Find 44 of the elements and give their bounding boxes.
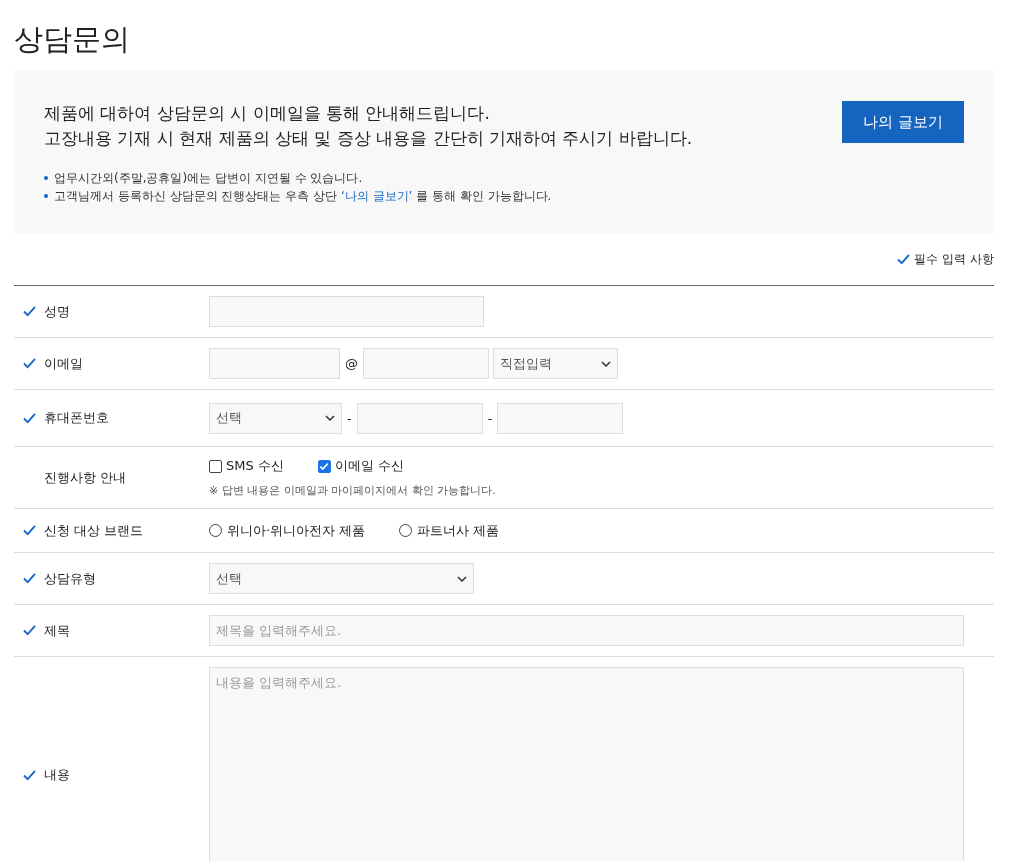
field-label: 진행사항 안내 bbox=[44, 468, 127, 487]
note-text: ※ 답변 내용은 이메일과 마이페이지에서 확인 가능합니다. bbox=[209, 483, 496, 498]
email-id-field[interactable] bbox=[209, 348, 340, 379]
type-select[interactable]: 선택 bbox=[209, 563, 474, 594]
field-label: 성명 bbox=[44, 302, 70, 321]
name-field[interactable] bbox=[209, 296, 484, 327]
my-posts-link[interactable]: ‘나의 글보기’ bbox=[340, 189, 413, 203]
radio-button[interactable] bbox=[399, 524, 413, 537]
phone-prefix-select[interactable]: 선택 bbox=[209, 402, 342, 434]
phone-middle-field[interactable] bbox=[356, 402, 483, 434]
dash: - bbox=[486, 410, 494, 426]
field-label: 제목 bbox=[44, 621, 70, 640]
radio-label: 파트너사 제품 bbox=[417, 521, 500, 540]
my-posts-button[interactable]: 나의 글보기 bbox=[842, 101, 964, 143]
field-label: 신청 대상 브랜드 bbox=[44, 521, 144, 540]
notice-text: 고장내용 기재 시 현재 제품의 상태 및 증상 내용을 간단히 기재하여 주시기 바랍니다. bbox=[44, 127, 693, 150]
at-sign: @ bbox=[344, 356, 359, 371]
required-legend: 필수 입력 사항 bbox=[914, 251, 994, 268]
content-field[interactable]: 내용을 입력해주세요. bbox=[209, 667, 964, 861]
phone-last-field[interactable] bbox=[497, 402, 624, 434]
checkbox-label: SMS 수신 bbox=[226, 457, 284, 475]
dash: - bbox=[346, 410, 353, 426]
page-title: 상담문의 bbox=[14, 21, 131, 58]
bullet-icon bbox=[44, 194, 48, 198]
checkbox[interactable] bbox=[209, 459, 222, 473]
notice-bullet-text: 고객님께서 등록하신 상담문의 진행상태는 우측 상단 ‘나의 글보기’ 를 통해 확인 가능합니다. bbox=[54, 188, 552, 205]
field-label: 내용 bbox=[44, 766, 70, 784]
field-label: 상담유형 bbox=[44, 569, 96, 588]
checkbox[interactable] bbox=[317, 459, 331, 473]
bullet-icon bbox=[44, 176, 48, 180]
radio-button[interactable] bbox=[209, 524, 222, 537]
checkmark-icon bbox=[897, 254, 911, 265]
email-domain-field[interactable] bbox=[363, 348, 489, 379]
checkbox-label: 이메일 수신 bbox=[334, 457, 404, 475]
notice-text: 제품에 대하여 상담문의 시 이메일을 통해 안내해드립니다. bbox=[44, 102, 491, 125]
notice-bullet-text: 업무시간외(주말,공휴일)에는 답변이 지연될 수 있습니다. bbox=[54, 170, 363, 187]
title-field[interactable]: 제목을 입력해주세요. bbox=[209, 615, 964, 646]
field-label: 이메일 bbox=[44, 354, 83, 373]
caret-icon bbox=[325, 415, 335, 421]
field-label: 휴대폰번호 bbox=[44, 409, 109, 427]
domain-select[interactable]: 직접입력 bbox=[493, 348, 618, 379]
caret-icon bbox=[601, 360, 611, 367]
radio-label: 위니아·위니아전자 제품 bbox=[227, 521, 366, 540]
caret-icon bbox=[457, 575, 467, 582]
